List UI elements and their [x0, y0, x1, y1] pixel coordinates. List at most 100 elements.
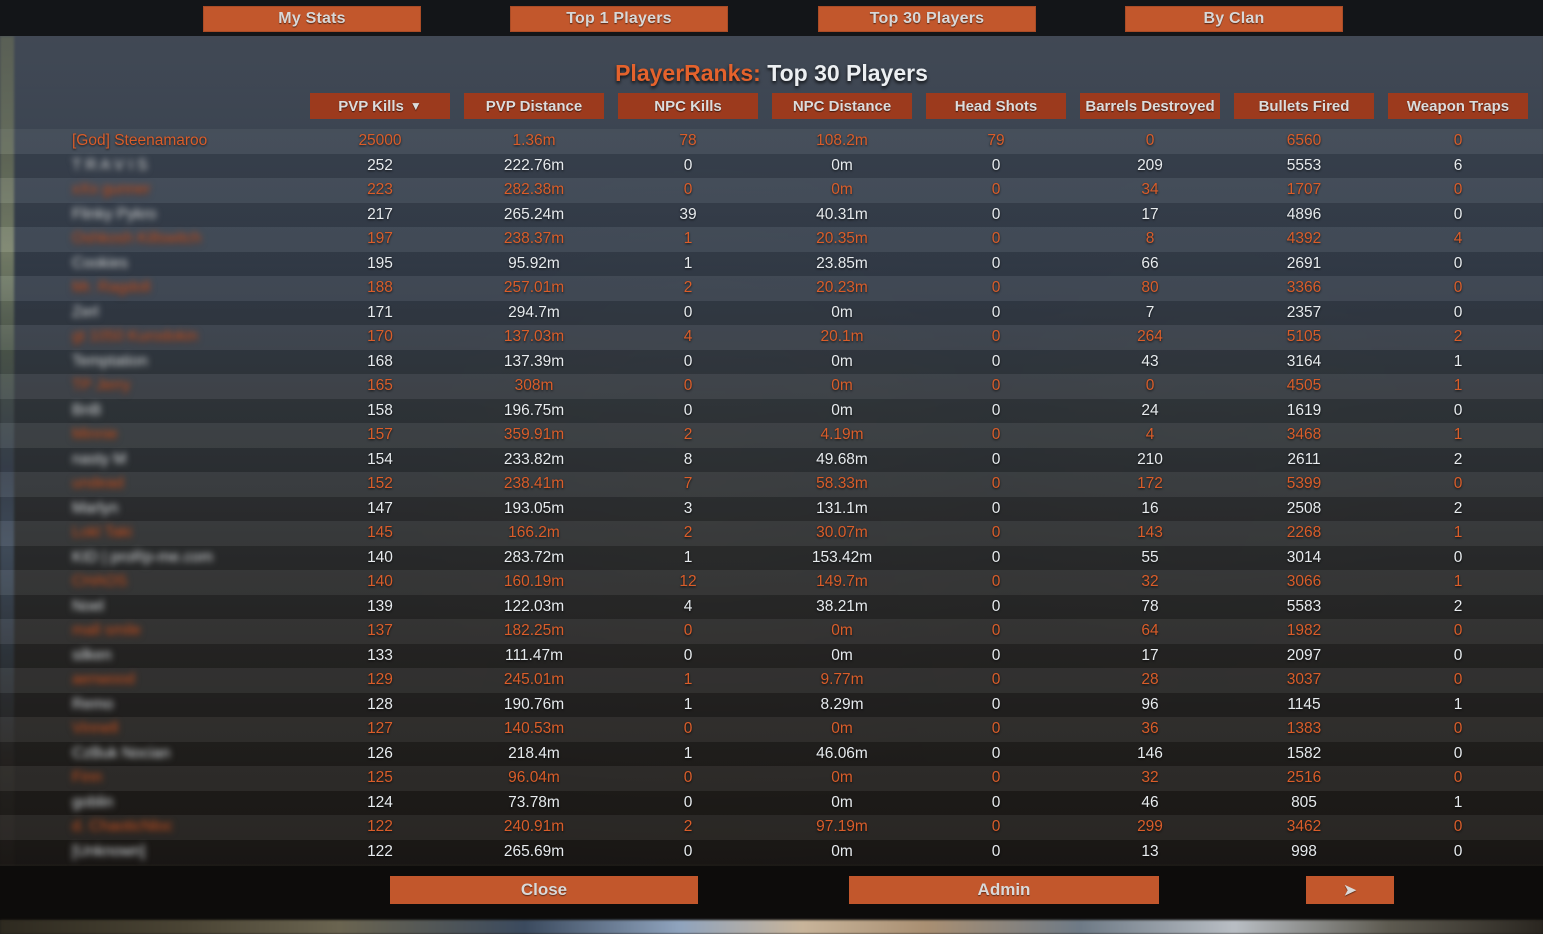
- tab-top-30-players-label: Top 30 Players: [869, 10, 985, 27]
- cell-weapon-traps: 0: [1453, 548, 1463, 566]
- table-row[interactable]: Finn 125 96.04m 0 0m 0 32 2516 0: [0, 766, 1543, 791]
- table-row[interactable]: BnB 158 196.75m 0 0m 0 24 1619 0: [0, 398, 1543, 423]
- column-header-weapon-traps[interactable]: Weapon Traps: [1388, 93, 1528, 119]
- tab-top-30-players[interactable]: Top 30 Players: [818, 6, 1036, 32]
- cell-bullets-fired: 2516: [1286, 769, 1322, 787]
- cell-weapon-traps: 2: [1453, 328, 1463, 346]
- table-row[interactable]: [God] Steenamaroo 25000 1.36m 78 108.2m 79 0 65…: [0, 129, 1543, 154]
- player-name: d. ChaoticNloc: [72, 818, 173, 836]
- table-row[interactable]: goblin 124 73.78m 0 0m 0 46 805 1: [0, 790, 1543, 815]
- cell-head-shots: 0: [991, 426, 1001, 444]
- cell-weapon-traps: 1: [1453, 573, 1463, 591]
- cell-npc-kills: 3: [683, 499, 693, 517]
- page-title-prefix: PlayerRanks:: [615, 60, 761, 86]
- table-row[interactable]: Mr. Ragdoll 188 257.01m 2 20.23m 0 80 3366 0: [0, 276, 1543, 301]
- tab-my-stats-label: My Stats: [278, 10, 346, 27]
- table-row[interactable]: KID | proRp-me.com 140 283.72m 1 153.42m 0 55 3…: [0, 545, 1543, 570]
- table-row[interactable]: Cookies 195 95.92m 1 23.85m 0 66 2691 0: [0, 251, 1543, 276]
- cell-head-shots: 0: [991, 842, 1001, 860]
- column-header-pvp-distance[interactable]: PVP Distance: [464, 93, 604, 119]
- table-row[interactable]: Marlyn 147 193.05m 3 131.1m 0 16 2508 2: [0, 496, 1543, 521]
- column-header-bullets-fired[interactable]: Bullets Fired: [1234, 93, 1374, 119]
- table-row[interactable]: Temptation 168 137.39m 0 0m 0 43 3164 1: [0, 349, 1543, 374]
- column-header-barrels-destroyed[interactable]: Barrels Destroyed: [1080, 93, 1220, 119]
- close-button[interactable]: Close: [390, 876, 698, 904]
- next-arrow-icon: ➤: [1343, 882, 1357, 899]
- player-name: Minnie: [72, 426, 118, 444]
- cell-npc-distance: 8.29m: [820, 695, 864, 713]
- table-row[interactable]: Lokl Taki 145 166.2m 2 30.07m 0 143 2268 1: [0, 521, 1543, 546]
- cell-bullets-fired: 1982: [1286, 622, 1322, 640]
- tab-by-clan[interactable]: By Clan: [1125, 6, 1343, 32]
- cell-npc-kills: 4: [683, 328, 693, 346]
- player-name: Flinky Pykro: [72, 205, 157, 223]
- cell-barrels-destroyed: 24: [1141, 401, 1159, 419]
- player-name: goblin: [72, 793, 114, 811]
- cell-head-shots: 0: [991, 156, 1001, 174]
- player-name: undead: [72, 475, 124, 493]
- cell-npc-kills: 7: [683, 475, 693, 493]
- table-row[interactable]: d. ChaoticNloc 122 240.91m 2 97.19m 0 299 3462 0: [0, 815, 1543, 840]
- cell-pvp-distance: 193.05m: [503, 499, 565, 517]
- cell-pvp-kills: 25000: [358, 132, 402, 150]
- table-row[interactable]: undead 152 238.41m 7 58.33m 0 172 5399 0: [0, 472, 1543, 497]
- cell-weapon-traps: 1: [1453, 377, 1463, 395]
- cell-weapon-traps: 4: [1453, 230, 1463, 248]
- cell-npc-distance: 0m: [831, 377, 853, 395]
- table-row[interactable]: Zerl 171 294.7m 0 0m 0 7 2357 0: [0, 300, 1543, 325]
- cell-npc-kills: 0: [683, 720, 693, 738]
- table-row[interactable]: mall smile 137 182.25m 0 0m 0 64 1982 0: [0, 619, 1543, 644]
- cell-bullets-fired: 4392: [1286, 230, 1322, 248]
- admin-button[interactable]: Admin: [849, 876, 1159, 904]
- table-row[interactable]: xXx gunner 223 282.38m 0 0m 0 34 1707 0: [0, 178, 1543, 203]
- table-row[interactable]: TP Jerry 165 308m 0 0m 0 0 4505 1: [0, 374, 1543, 399]
- cell-bullets-fired: 1383: [1286, 720, 1322, 738]
- table-row[interactable]: silken 133 111.47m 0 0m 0 17 2097 0: [0, 643, 1543, 668]
- column-header-npc-distance[interactable]: NPC Distance: [772, 93, 912, 119]
- cell-pvp-distance: 190.76m: [503, 695, 565, 713]
- player-name: Remo: [72, 695, 114, 713]
- next-page-button[interactable]: ➤: [1306, 876, 1394, 904]
- cell-head-shots: 0: [991, 622, 1001, 640]
- table-row[interactable]: Oshkosh Killswitch 197 238.37m 1 20.35m 0 8 439…: [0, 227, 1543, 252]
- table-row[interactable]: Remo 128 190.76m 1 8.29m 0 96 1145 1: [0, 692, 1543, 717]
- cell-barrels-destroyed: 55: [1141, 548, 1159, 566]
- table-row[interactable]: T R A V I S 252 222.76m 0 0m 0 209 5553 6: [0, 153, 1543, 178]
- tab-top-1-players[interactable]: Top 1 Players: [510, 6, 728, 32]
- table-row[interactable]: gt 1050 Kurodokin 170 137.03m 4 20.1m 0 264 510…: [0, 325, 1543, 350]
- footer-bar: Close Admin ➤: [0, 866, 1543, 920]
- cell-head-shots: 0: [991, 377, 1001, 395]
- table-row[interactable]: CzBuk Nocian 126 218.4m 1 46.06m 0 146 1582 0: [0, 741, 1543, 766]
- table-row[interactable]: [Unknown] 122 265.69m 0 0m 0 13 998 0: [0, 839, 1543, 864]
- cell-pvp-kills: 165: [367, 377, 393, 395]
- table-row[interactable]: Flinky Pykro 217 265.24m 39 40.31m 0 17 4896 0: [0, 202, 1543, 227]
- cell-barrels-destroyed: 146: [1137, 744, 1163, 762]
- cell-head-shots: 0: [991, 254, 1001, 272]
- table-row[interactable]: nasty M 154 233.82m 8 49.68m 0 210 2611 2: [0, 447, 1543, 472]
- table-row[interactable]: CHAOS 140 160.19m 12 149.7m 0 32 3066 1: [0, 570, 1543, 595]
- column-header-pvp-kills[interactable]: PVP Kills ▼: [310, 93, 450, 119]
- cell-pvp-kills: 127: [367, 720, 393, 738]
- cell-weapon-traps: 6: [1453, 156, 1463, 174]
- cell-npc-distance: 38.21m: [816, 597, 868, 615]
- cell-head-shots: 0: [991, 475, 1001, 493]
- sort-descending-icon: ▼: [409, 99, 422, 113]
- cell-head-shots: 0: [991, 548, 1001, 566]
- cell-npc-kills: 8: [683, 450, 693, 468]
- table-row[interactable]: aenwood 129 245.01m 1 9.77m 0 28 3037 0: [0, 668, 1543, 693]
- cell-npc-kills: 0: [683, 303, 693, 321]
- cell-npc-distance: 149.7m: [816, 573, 868, 591]
- cell-pvp-distance: 238.37m: [503, 230, 565, 248]
- column-header-npc-kills[interactable]: NPC Kills: [618, 93, 758, 119]
- column-header-head-shots[interactable]: Head Shots: [926, 93, 1066, 119]
- cell-npc-kills: 1: [683, 548, 693, 566]
- cell-npc-kills: 1: [683, 671, 693, 689]
- cell-npc-distance: 0m: [831, 401, 853, 419]
- cell-pvp-kills: 170: [367, 328, 393, 346]
- table-row[interactable]: Vinnell 127 140.53m 0 0m 0 36 1383 0: [0, 717, 1543, 742]
- table-row[interactable]: Minnie 157 359.91m 2 4.19m 0 4 3468 1: [0, 423, 1543, 448]
- table-row[interactable]: Noel 139 122.03m 4 38.21m 0 78 5583 2: [0, 594, 1543, 619]
- tab-my-stats[interactable]: My Stats: [203, 6, 421, 32]
- cell-pvp-distance: 140.53m: [503, 720, 565, 738]
- cell-pvp-distance: 283.72m: [503, 548, 565, 566]
